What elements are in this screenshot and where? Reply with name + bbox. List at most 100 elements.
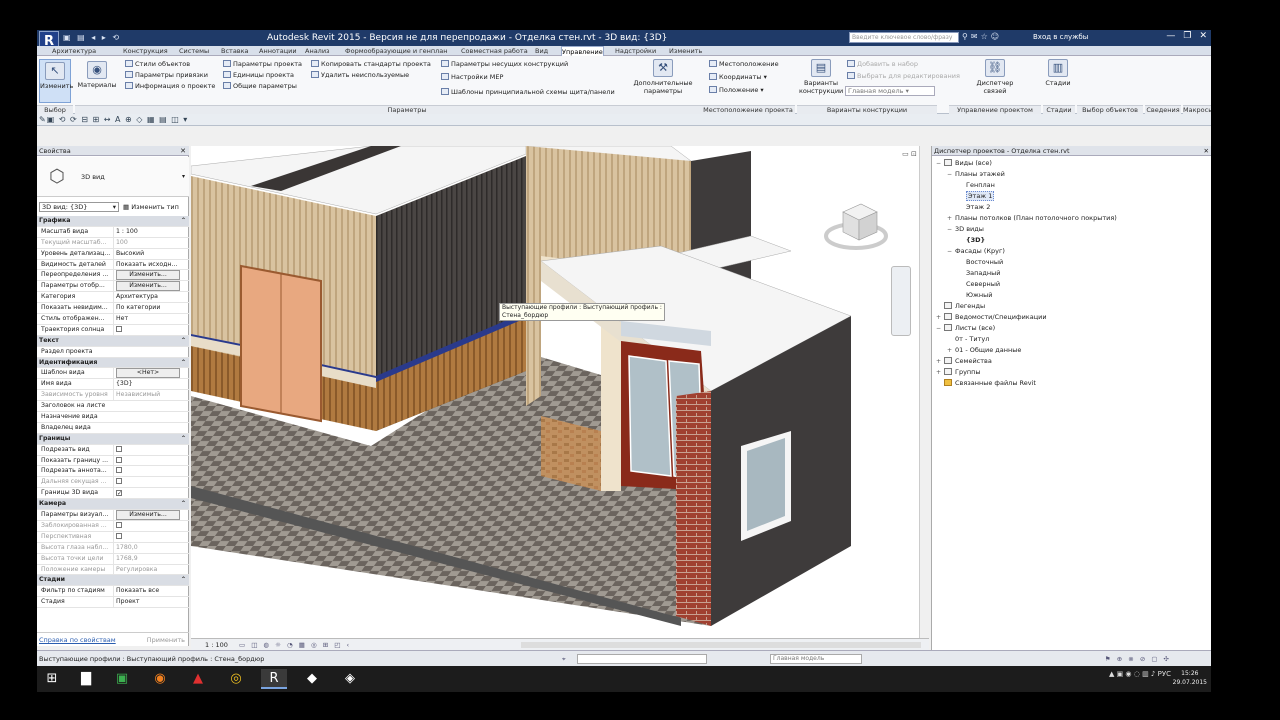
tree-node[interactable]: +01 - Общие данные	[932, 345, 1211, 356]
property-value[interactable]: {3D}	[113, 379, 185, 390]
checkbox[interactable]: ✓	[116, 490, 122, 497]
collapse-icon[interactable]: ⌃	[181, 358, 186, 368]
ribbon-tab-2[interactable]: Системы	[179, 46, 209, 56]
checkbox[interactable]	[116, 478, 122, 485]
viewcube-widget[interactable]	[823, 194, 889, 254]
tree-node[interactable]: − Планы этажей	[932, 169, 1211, 180]
manage-links-button[interactable]: ⛓ Диспетчер связей	[975, 59, 1015, 95]
expand-icon[interactable]: +	[936, 367, 944, 378]
firefox-icon[interactable]: ◉	[147, 669, 173, 689]
tree-node[interactable]: Связанные файлы Revit	[932, 378, 1211, 389]
tree-node[interactable]: Этаж 1	[932, 191, 1211, 202]
ribbon-tab-1[interactable]: Конструкция	[123, 46, 168, 56]
property-edit-button[interactable]: Изменить...	[113, 270, 185, 281]
tree-node[interactable]: − Листы (все)	[932, 323, 1211, 334]
property-checkbox[interactable]	[113, 477, 185, 488]
property-value[interactable]: 100	[113, 237, 185, 248]
property-value[interactable]: Проект	[113, 597, 185, 608]
close-icon[interactable]: ✕	[1199, 31, 1207, 41]
property-section[interactable]: Идентификация ⌃	[37, 357, 189, 369]
quick-access-toolbar[interactable]: ▣ ▤ ◂ ▸ ⟲	[63, 33, 121, 42]
binoculars-icon[interactable]: ⚲	[962, 32, 968, 41]
edit-type-button[interactable]: ▦ Изменить тип	[123, 202, 179, 212]
ribbon-tab-8[interactable]: Вид	[535, 46, 548, 56]
checkbox[interactable]	[116, 532, 122, 539]
clock[interactable]: 15:26 29.07.2015	[1173, 669, 1207, 687]
chrome-icon[interactable]: ◎	[223, 669, 249, 689]
property-edit-button[interactable]: Изменить...	[113, 281, 185, 292]
start-button[interactable]: ⊞	[39, 669, 65, 689]
ribbon-tab-7[interactable]: Совместная работа	[461, 46, 528, 56]
project-units-button[interactable]: Единицы проекта	[223, 71, 294, 80]
horizontal-scrollbar[interactable]	[521, 642, 921, 648]
edit-button[interactable]: <Нет>	[116, 368, 180, 379]
collapse-icon[interactable]: ⌃	[181, 336, 186, 346]
excel-icon[interactable]: ▣	[109, 669, 135, 689]
project-info-button[interactable]: Информация о проекте	[125, 82, 215, 91]
checkbox[interactable]	[116, 467, 122, 474]
tree-node[interactable]: Легенды	[932, 301, 1211, 312]
collapse-icon[interactable]: ⌃	[181, 499, 186, 509]
tree-node[interactable]: −3D виды	[932, 224, 1211, 235]
property-value[interactable]: Регулировка	[113, 564, 185, 575]
system-tray[interactable]: ▲ ▣ ◉ ◌ ▥ ♪ РУС	[1109, 670, 1171, 678]
options-bar[interactable]: ✎▣ ⟲ ⟳ ⊟ ⊞ ↔ A ⊕ ◇ ▦ ▤ ◫ ▾	[37, 114, 1211, 126]
tree-node[interactable]: 0т - Титул	[932, 334, 1211, 345]
edit-button[interactable]: Изменить...	[116, 510, 180, 520]
selection-filter-icons[interactable]: ⚑ ⊕ ⊗ ⊘ ▢ ✣	[1105, 651, 1171, 666]
checkbox[interactable]	[116, 521, 122, 528]
group-select[interactable]: Выбор	[37, 105, 73, 114]
property-value[interactable]: Показать все	[113, 586, 185, 597]
chevron-down-icon[interactable]: ▾	[182, 173, 185, 180]
property-value[interactable]: По категории	[113, 303, 185, 314]
property-value[interactable]: 1768,9	[113, 553, 185, 564]
ribbon-tab-3[interactable]: Вставка	[221, 46, 249, 56]
collapse-icon[interactable]: −	[936, 158, 944, 169]
property-checkbox[interactable]	[113, 324, 185, 335]
property-checkbox[interactable]: ✓	[113, 488, 185, 499]
collapse-icon[interactable]: −	[947, 224, 955, 235]
property-checkbox[interactable]	[113, 520, 185, 531]
property-value[interactable]: 1 : 100	[113, 226, 185, 237]
maximize-view-icon[interactable]: ⊡	[911, 150, 917, 158]
app-icon[interactable]: ◆	[299, 669, 325, 689]
property-value[interactable]: Показать исходн...	[113, 259, 185, 270]
tree-node[interactable]: Северный	[932, 279, 1211, 290]
tree-node[interactable]: + Семейства	[932, 356, 1211, 367]
snaps-button[interactable]: Параметры привязки	[125, 71, 208, 80]
mep-settings-button[interactable]: Настройки MEP	[441, 73, 503, 82]
coordinates-button[interactable]: Координаты ▾	[709, 73, 767, 82]
ribbon-tab-6[interactable]: Формообразующие и генплан	[345, 46, 447, 56]
materials-button[interactable]: ◉ Материалы	[75, 59, 119, 89]
chevron-up-icon[interactable]: ▲	[1109, 670, 1114, 678]
property-value[interactable]: Архитектура	[113, 292, 185, 303]
main-model-select[interactable]: Главная модель ▾	[845, 86, 935, 96]
property-section[interactable]: Графика ⌃	[37, 216, 189, 227]
property-checkbox[interactable]	[113, 466, 185, 477]
tree-node[interactable]: + Ведомости/Спецификации	[932, 312, 1211, 323]
project-parameters-button[interactable]: Параметры проекта	[223, 60, 302, 69]
property-section[interactable]: Текст ⌃	[37, 335, 189, 347]
phases-button[interactable]: ▥ Стадии	[1043, 59, 1073, 87]
tree-node[interactable]: + Планы потолков (План потолочного покрыт…	[932, 213, 1211, 224]
sign-in-button[interactable]: Вход в службы	[1033, 33, 1088, 41]
tree-node[interactable]: − Виды (все)	[932, 158, 1211, 169]
ribbon-tab-10[interactable]: Надстройки	[615, 46, 656, 56]
tree-node[interactable]: {3D}	[932, 235, 1211, 246]
property-section[interactable]: Камера ⌃	[37, 499, 189, 511]
purge-unused-button[interactable]: Удалить неиспользуемые	[311, 71, 409, 80]
collapse-icon[interactable]: ⌃	[181, 434, 186, 444]
restore-icon[interactable]: ▭	[902, 150, 909, 158]
checkbox[interactable]	[116, 456, 122, 463]
ribbon-tab-5[interactable]: Анализ	[305, 46, 330, 56]
workset-field[interactable]	[577, 654, 707, 664]
vertical-scrollbar[interactable]	[919, 146, 929, 638]
edit-button[interactable]: Изменить...	[116, 270, 180, 281]
collapse-icon[interactable]: −	[947, 246, 955, 257]
property-section[interactable]: Границы ⌃	[37, 433, 189, 445]
property-value[interactable]: Высокий	[113, 248, 185, 259]
property-checkbox[interactable]	[113, 531, 185, 542]
location-button[interactable]: Местоположение	[709, 60, 779, 69]
ribbon-tab-0[interactable]: Архитектура	[52, 46, 96, 56]
ribbon-tab-11[interactable]: Изменить	[669, 46, 702, 56]
